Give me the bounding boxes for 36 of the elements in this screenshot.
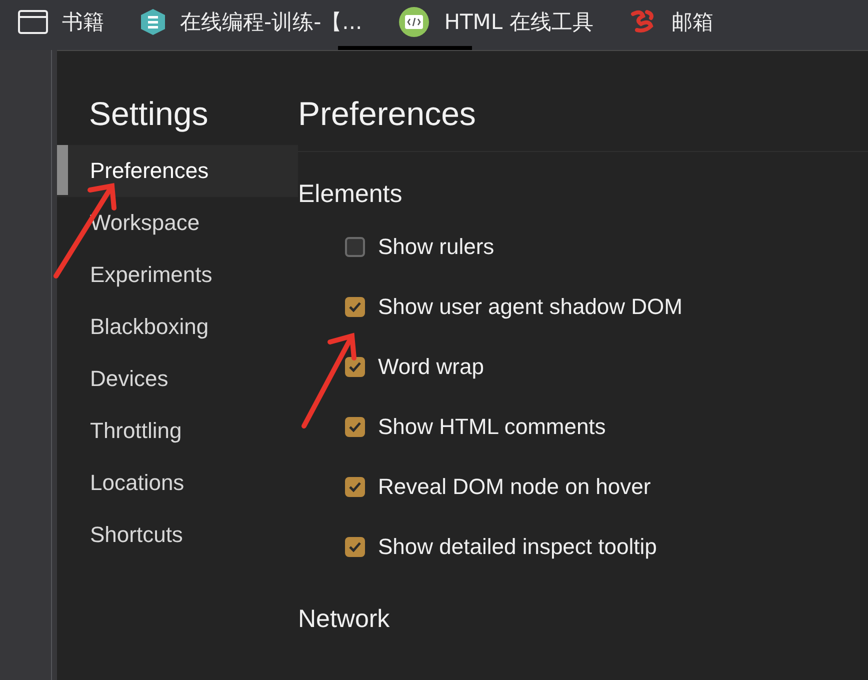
check-icon — [348, 361, 362, 373]
panel-title: Preferences — [298, 51, 868, 152]
section-heading: Elements — [298, 180, 404, 209]
checkbox[interactable] — [345, 477, 365, 497]
settings-title: Settings — [88, 95, 210, 133]
option-label: Show HTML comments — [378, 414, 606, 440]
bookmark-link[interactable]: HTML 在线工具 — [398, 6, 594, 38]
checkbox[interactable] — [345, 537, 365, 557]
checkbox[interactable] — [345, 237, 365, 257]
check-icon — [348, 541, 362, 553]
option-label: Show detailed inspect tooltip — [378, 534, 657, 560]
checkbox[interactable] — [345, 357, 365, 377]
code-icon — [398, 6, 430, 38]
check-icon — [348, 481, 362, 493]
window-icon — [18, 10, 48, 34]
sidebar-item[interactable]: Experiments — [57, 249, 298, 301]
option-label: Word wrap — [378, 354, 484, 380]
sidebar-item[interactable]: Preferences — [57, 145, 298, 197]
option-label: Show user agent shadow DOM — [378, 294, 682, 320]
option-label: Show rulers — [378, 234, 494, 260]
sidebar-item[interactable]: Locations — [57, 457, 298, 509]
bookmark-link[interactable]: 书籍 — [18, 8, 104, 36]
checkbox[interactable] — [345, 417, 365, 437]
check-icon — [348, 421, 362, 433]
sidebar-item[interactable]: Workspace — [57, 197, 298, 249]
section-heading: Network — [298, 605, 391, 634]
sidebar-item[interactable]: Throttling — [57, 405, 298, 457]
checkbox[interactable] — [345, 297, 365, 317]
bookmark-link[interactable]: 邮箱 — [629, 8, 714, 36]
hexagon-icon — [140, 8, 166, 36]
bookmark-link[interactable]: 在线编程-训练-【... — [140, 8, 362, 36]
sidebar-item[interactable]: Devices — [57, 353, 298, 405]
check-icon — [348, 301, 362, 313]
option-label: Reveal DOM node on hover — [378, 474, 651, 500]
sidebar-item[interactable]: Shortcuts — [57, 509, 298, 561]
sidebar-item[interactable]: Blackboxing — [57, 301, 298, 353]
